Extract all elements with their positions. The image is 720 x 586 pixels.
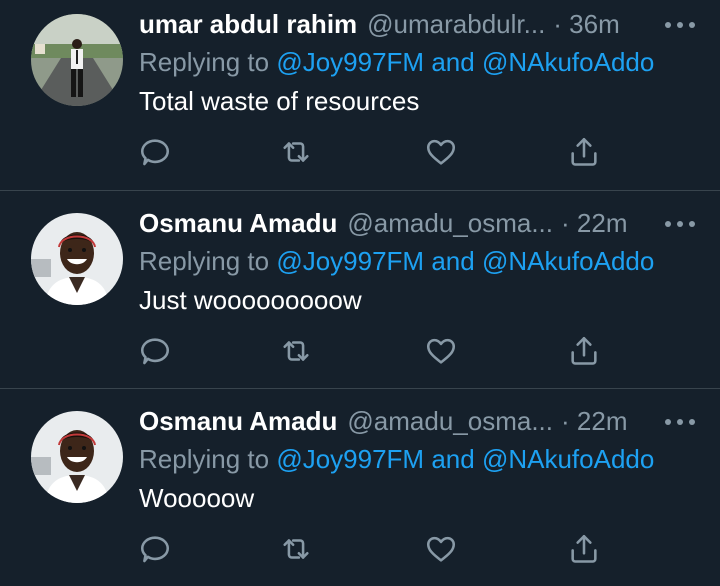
more-options-icon[interactable] xyxy=(664,10,696,40)
mention-conjunction[interactable]: and xyxy=(431,47,474,77)
like-icon[interactable] xyxy=(421,132,461,172)
more-options-icon[interactable] xyxy=(664,407,696,437)
timestamp[interactable]: · 22m xyxy=(561,208,627,239)
avatar[interactable] xyxy=(31,14,123,106)
mention-link[interactable]: @Joy997FM xyxy=(276,47,424,77)
avatar-photo-smiling-man xyxy=(31,213,123,305)
mention-link[interactable]: @Joy997FM xyxy=(276,444,424,474)
tweet[interactable]: umar abdul rahim @umarabdulr... · 36m Re… xyxy=(0,0,720,190)
replying-to-line: Replying to @Joy997FM and @NAkufoAddo xyxy=(139,246,699,280)
reply-icon[interactable] xyxy=(135,331,175,371)
avatar-photo-standing-man xyxy=(31,14,123,106)
timestamp[interactable]: · 22m xyxy=(561,406,627,437)
like-icon[interactable] xyxy=(421,529,461,569)
tweet[interactable]: Osmanu Amadu @amadu_osma... · 22m Replyi… xyxy=(0,190,720,388)
replying-to-line: Replying to @Joy997FM and @NAkufoAddo xyxy=(139,47,699,81)
share-icon[interactable] xyxy=(564,331,604,371)
replying-to-label: Replying to xyxy=(139,444,270,474)
mention-link[interactable]: @Joy997FM xyxy=(276,246,424,276)
avatar[interactable] xyxy=(31,213,123,305)
more-options-icon[interactable] xyxy=(664,209,696,239)
retweet-icon[interactable] xyxy=(276,331,316,371)
mention-conjunction[interactable]: and xyxy=(431,444,474,474)
display-name[interactable]: Osmanu Amadu xyxy=(139,208,337,239)
retweet-icon[interactable] xyxy=(276,132,316,172)
mention-conjunction[interactable]: and xyxy=(431,246,474,276)
user-handle[interactable]: @umarabdulr... xyxy=(367,9,545,40)
share-icon[interactable] xyxy=(564,132,604,172)
mention-link[interactable]: @NAkufoAddo xyxy=(482,246,654,276)
replying-to-label: Replying to xyxy=(139,47,270,77)
retweet-icon[interactable] xyxy=(276,529,316,569)
tweet-text: Total waste of resources xyxy=(139,86,420,116)
replying-to-line: Replying to @Joy997FM and @NAkufoAddo xyxy=(139,444,699,478)
reply-icon[interactable] xyxy=(135,529,175,569)
user-handle[interactable]: @amadu_osma... xyxy=(347,406,553,437)
mention-link[interactable]: @NAkufoAddo xyxy=(482,444,654,474)
mention-link[interactable]: @NAkufoAddo xyxy=(482,47,654,77)
avatar[interactable] xyxy=(31,411,123,503)
like-icon[interactable] xyxy=(421,331,461,371)
tweet-text: Just wooooooooow xyxy=(139,285,362,315)
replying-to-label: Replying to xyxy=(139,246,270,276)
display-name[interactable]: Osmanu Amadu xyxy=(139,406,337,437)
avatar-photo-smiling-man xyxy=(31,411,123,503)
timestamp[interactable]: · 36m xyxy=(553,9,619,40)
reply-icon[interactable] xyxy=(135,132,175,172)
tweet[interactable]: Osmanu Amadu @amadu_osma... · 22m Replyi… xyxy=(0,388,720,586)
display-name[interactable]: umar abdul rahim xyxy=(139,9,357,40)
tweet-text: Wooooow xyxy=(139,483,255,513)
share-icon[interactable] xyxy=(564,529,604,569)
user-handle[interactable]: @amadu_osma... xyxy=(347,208,553,239)
